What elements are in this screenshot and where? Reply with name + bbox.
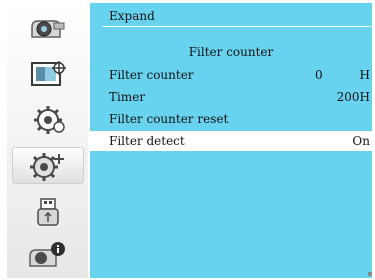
menu-row-filter-counter-reset[interactable]: Filter counter reset	[90, 109, 372, 129]
sidebar-item-image[interactable]	[12, 55, 84, 92]
row-value: 200H	[337, 90, 370, 104]
sidebar-item-setting[interactable]	[12, 101, 84, 138]
expand-gear-icon	[26, 149, 70, 183]
sidebar-item-info[interactable]	[12, 237, 84, 274]
menu-panel: Expand Filter counter Filter counter 0 H…	[90, 3, 372, 278]
usb-icon	[28, 195, 68, 229]
menu-row-filter-counter[interactable]: Filter counter 0 H	[90, 65, 372, 85]
sidebar-item-usb[interactable]	[12, 193, 84, 230]
panel-title: Expand	[109, 9, 155, 23]
row-label: Filter detect	[109, 134, 185, 148]
row-label: Filter counter	[109, 68, 194, 82]
menu-row-filter-detect[interactable]: Filter detect On	[90, 131, 372, 151]
row-value: On	[352, 134, 370, 148]
menu-row-timer[interactable]: Timer 200H	[90, 87, 372, 107]
corner-marker	[368, 272, 372, 276]
display-icon	[28, 13, 68, 43]
row-unit: H	[360, 68, 370, 82]
sidebar-item-display[interactable]	[12, 9, 84, 46]
image-adjust-icon	[28, 59, 68, 89]
osd-window: Expand Filter counter Filter counter 0 H…	[5, 1, 374, 280]
panel-subheader: Filter counter	[90, 45, 372, 59]
menu-sidebar	[7, 3, 90, 278]
title-divider	[102, 26, 372, 27]
settings-gear-icon	[28, 103, 68, 137]
sidebar-item-expand[interactable]	[12, 147, 84, 184]
row-label: Timer	[109, 90, 145, 104]
row-label: Filter counter reset	[109, 112, 228, 126]
row-value: 0	[315, 68, 323, 82]
info-icon	[26, 240, 70, 272]
